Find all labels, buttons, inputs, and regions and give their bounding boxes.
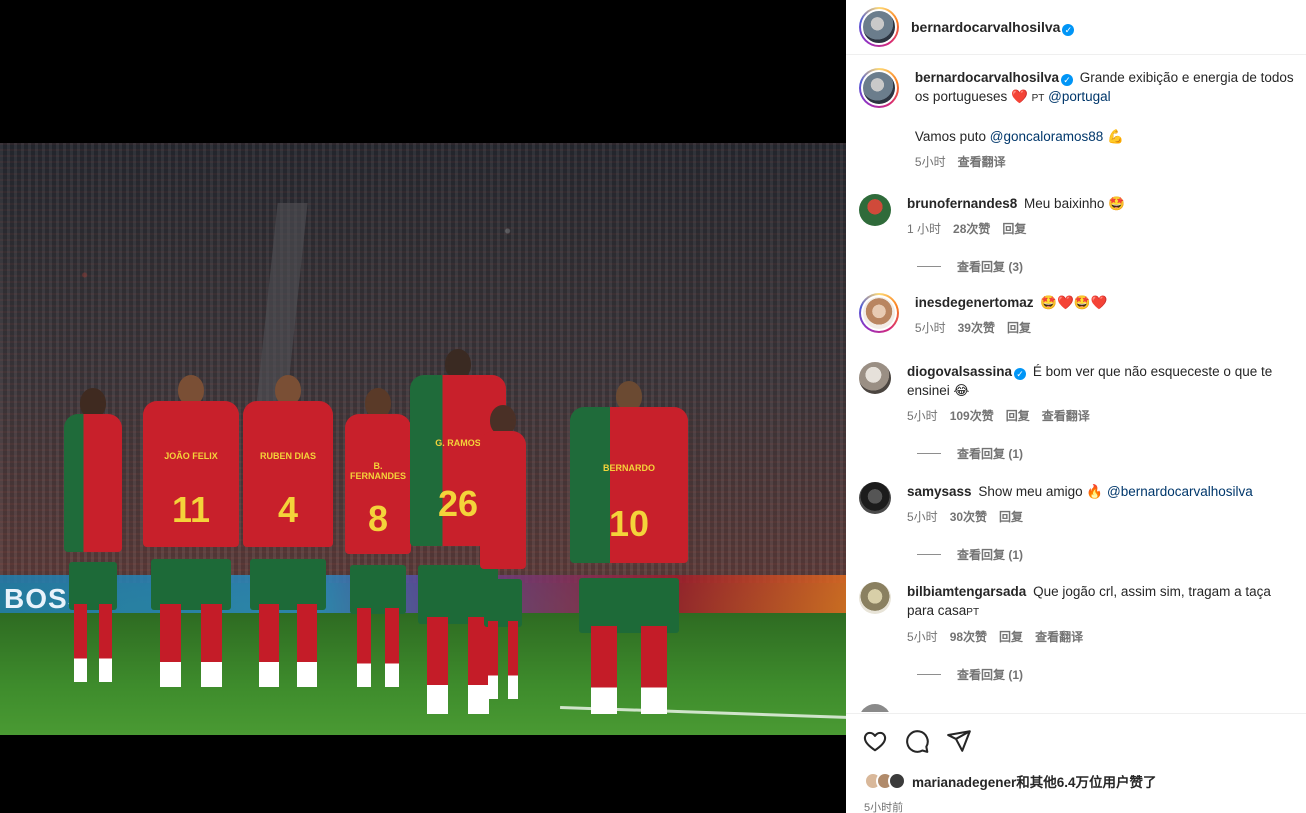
player: BERNARDO 10	[570, 381, 688, 721]
commenter-avatar[interactable]	[859, 482, 891, 514]
reply-button[interactable]: 回复	[1007, 319, 1031, 338]
reply-button[interactable]: 回复	[999, 628, 1023, 647]
comment-item: bilbiamtengarsada Que jogão crl, assim s…	[859, 582, 1306, 647]
view-replies-button[interactable]: 查看回复 (3)	[917, 258, 1023, 275]
commenter-avatar[interactable]	[859, 704, 891, 712]
caption-line2: Vamos puto	[914, 129, 986, 144]
flexed-biceps-emoji: 💪	[1107, 129, 1124, 145]
commenter-username[interactable]: diogovalsassina ✓	[907, 364, 1027, 380]
post-photo[interactable]: BOSS JOÃO FELIX 11 RUBEN DIAS 4 B. FERNA…	[0, 143, 846, 735]
player-number: 10	[608, 503, 650, 545]
like-count[interactable]: 98次赞	[950, 628, 987, 647]
translate-button[interactable]: 查看翻译	[1042, 407, 1090, 426]
comment-item: brunofernandes8 Meu baixinho 🤩 1 小时 28次赞…	[859, 194, 1306, 239]
caption-time: 5小时	[914, 155, 946, 169]
translate-button[interactable]: 查看翻译	[1035, 628, 1083, 647]
post-media-panel: BOSS JOÃO FELIX 11 RUBEN DIAS 4 B. FERNA…	[0, 0, 846, 813]
view-replies-button[interactable]: 查看回复 (1)	[917, 546, 1023, 563]
player-name: JOÃO FELIX	[164, 451, 218, 462]
emoji-reactions: 🤩❤️🤩❤️	[1040, 295, 1108, 311]
comment-time: 5小时	[907, 409, 938, 423]
reply-button[interactable]: 回复	[1002, 220, 1026, 239]
post-header: bernardocarvalhosilva ✓	[846, 0, 1306, 55]
translate-button[interactable]: 查看翻译	[958, 153, 1006, 172]
mention-link[interactable]: @goncaloramos88	[990, 129, 1104, 144]
caption-username[interactable]: bernardocarvalhosilva ✓	[915, 70, 1073, 86]
heart-emoji: ❤️	[1011, 89, 1028, 105]
liker-avatar	[888, 772, 906, 790]
commenter-username[interactable]: bilbiamtengarsada	[907, 584, 1026, 599]
likes-summary[interactable]: marianadegener和其他6.4万位用户赞了	[864, 771, 1157, 791]
post-actions-bar: marianadegener和其他6.4万位用户赞了 5小时前	[846, 713, 1306, 813]
comment-icon[interactable]	[904, 728, 930, 754]
comment-item: samysass Show meu amigo 🔥 @bernardocarva…	[859, 482, 1306, 527]
player: JOÃO FELIX 11	[143, 375, 239, 693]
laughing-emoji: 😂	[953, 383, 970, 399]
player-number: 8	[367, 497, 389, 539]
mention-link[interactable]: @portugal	[1048, 89, 1111, 104]
commenter-username[interactable]: brunofernandes8	[907, 196, 1017, 211]
verified-icon: ✓	[1061, 74, 1073, 86]
player	[480, 405, 526, 705]
likes-count-text[interactable]: marianadegener和其他6.4万位用户赞了	[912, 771, 1157, 791]
commenter-username[interactable]: samysass	[907, 484, 972, 499]
player-name: BERNARDO	[602, 462, 655, 473]
player: RUBEN DIAS 4	[243, 375, 333, 693]
player-name: B. FERNANDES	[349, 461, 406, 482]
view-replies-button[interactable]: 查看回复 (1)	[917, 666, 1023, 683]
star-eyes-emoji: 🤩	[1108, 196, 1125, 212]
like-count[interactable]: 30次赞	[950, 508, 987, 527]
player-number: 11	[171, 489, 211, 531]
fire-emoji: 🔥	[1086, 484, 1104, 500]
comment-time: 1 小时	[907, 222, 942, 236]
mention-link[interactable]: @bernardocarvalhosilva	[1107, 484, 1253, 499]
commenter-avatar[interactable]	[859, 194, 891, 226]
comment-time: 5小时	[907, 510, 938, 524]
reply-button[interactable]: 回复	[999, 508, 1023, 527]
commenter-username[interactable]: inesdegenertomaz	[915, 295, 1034, 310]
commenter-avatar[interactable]	[859, 293, 899, 333]
comment-item: diogovalsassina ✓ É bom ver que não esque…	[859, 362, 1306, 426]
comment-item-partial	[859, 704, 1306, 712]
author-avatar[interactable]	[859, 7, 899, 47]
like-count[interactable]: 39次赞	[958, 319, 995, 338]
comments-list[interactable]: bernardocarvalhosilva ✓ Grande exibição e…	[846, 56, 1306, 712]
comment-time: 5小时	[907, 630, 938, 644]
verified-icon: ✓	[1014, 368, 1027, 380]
comment-text: Show meu amigo	[978, 484, 1083, 499]
like-count[interactable]: 28次赞	[953, 220, 990, 239]
player	[64, 388, 122, 688]
author-avatar[interactable]	[859, 68, 899, 108]
reply-button[interactable]: 回复	[1006, 407, 1030, 426]
commenter-avatar[interactable]	[859, 582, 891, 614]
comment-text: Meu baixinho	[1024, 196, 1105, 211]
post-caption: bernardocarvalhosilva ✓ Grande exibição e…	[859, 68, 1306, 172]
flag-text: PT	[1031, 93, 1045, 104]
like-count[interactable]: 109次赞	[950, 407, 994, 426]
share-icon[interactable]	[946, 728, 972, 754]
heart-icon[interactable]	[862, 728, 888, 754]
comment-item: inesdegenertomaz 🤩❤️🤩❤️ 5小时 39次赞 回复	[859, 293, 1306, 338]
player-number: 4	[277, 489, 299, 531]
player: B. FERNANDES 8	[345, 388, 411, 693]
post-timestamp: 5小时前	[864, 802, 904, 813]
player-name: RUBEN DIAS	[259, 451, 316, 462]
commenter-avatar[interactable]	[859, 362, 891, 394]
author-username[interactable]: bernardocarvalhosilva ✓	[911, 19, 1075, 36]
view-replies-button[interactable]: 查看回复 (1)	[917, 445, 1023, 462]
flag-text: PT	[966, 607, 980, 618]
post-side-panel: bernardocarvalhosilva ✓ bernardocarvalhos…	[846, 0, 1306, 813]
verified-icon: ✓	[1062, 23, 1075, 36]
comment-time: 5小时	[914, 321, 946, 335]
